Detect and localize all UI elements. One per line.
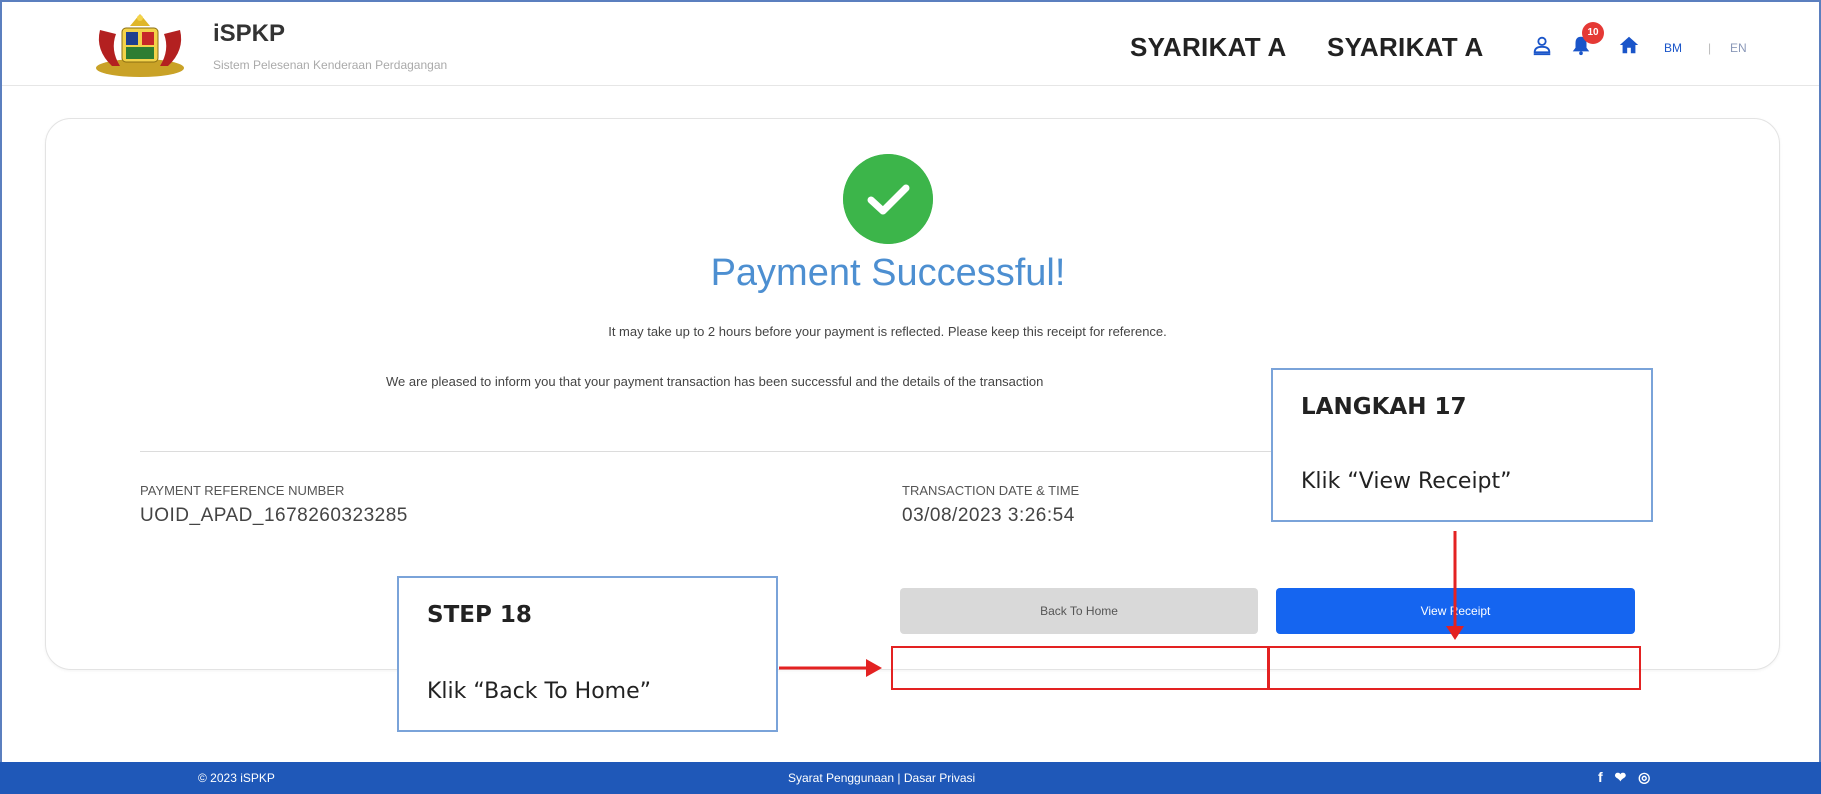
notification-badge: 10 [1582, 22, 1604, 44]
home-icon[interactable] [1618, 34, 1640, 56]
lang-bm-link[interactable]: BM [1664, 41, 1682, 55]
footer-links[interactable]: Syarat Penggunaan | Dasar Privasi [788, 771, 975, 785]
callout-17-title: LANGKAH 17 [1301, 394, 1467, 420]
reference-label: PAYMENT REFERENCE NUMBER [140, 483, 345, 498]
social-icons[interactable]: f ❤ ◎ [1598, 769, 1654, 786]
company-name-1[interactable]: SYARIKAT A [1130, 32, 1287, 63]
user-icon[interactable] [1531, 34, 1553, 56]
back-to-home-button[interactable]: Back To Home [900, 588, 1258, 634]
callout-18-text: Klik “Back To Home” [427, 679, 652, 704]
callout-step-17: LANGKAH 17 Klik “View Receipt” [1271, 368, 1653, 522]
footer-bar: © 2023 iSPKP Syarat Penggunaan | Dasar P… [0, 762, 1821, 794]
reference-value: UOID_APAD_1678260323285 [140, 505, 408, 526]
datetime-label: TRANSACTION DATE & TIME [902, 483, 1080, 498]
callout-step-18: STEP 18 Klik “Back To Home” [397, 576, 778, 732]
view-receipt-button[interactable]: View Receipt [1276, 588, 1635, 634]
datetime-value: 03/08/2023 3:26:54 [902, 505, 1075, 526]
coat-of-arms-logo[interactable] [90, 10, 190, 80]
highlight-box-back [891, 646, 1269, 690]
app-title: iSPKP [213, 20, 286, 47]
payment-status-title: Payment Successful! [710, 252, 1066, 294]
callout-18-title: STEP 18 [427, 602, 532, 628]
lang-separator: | [1708, 41, 1712, 55]
highlight-box-receipt [1268, 646, 1641, 690]
callout-17-text: Klik “View Receipt” [1301, 469, 1512, 494]
lang-en-link[interactable]: EN [1730, 41, 1747, 55]
success-message: We are pleased to inform you that your p… [386, 374, 1044, 389]
footer-copyright: © 2023 iSPKP [198, 771, 275, 785]
company-name-2[interactable]: SYARIKAT A [1327, 32, 1484, 63]
app-subtitle: Sistem Pelesenan Kenderaan Perdagangan [213, 58, 448, 72]
reflection-notice: It may take up to 2 hours before your pa… [608, 324, 1167, 339]
success-check-icon [843, 154, 933, 244]
